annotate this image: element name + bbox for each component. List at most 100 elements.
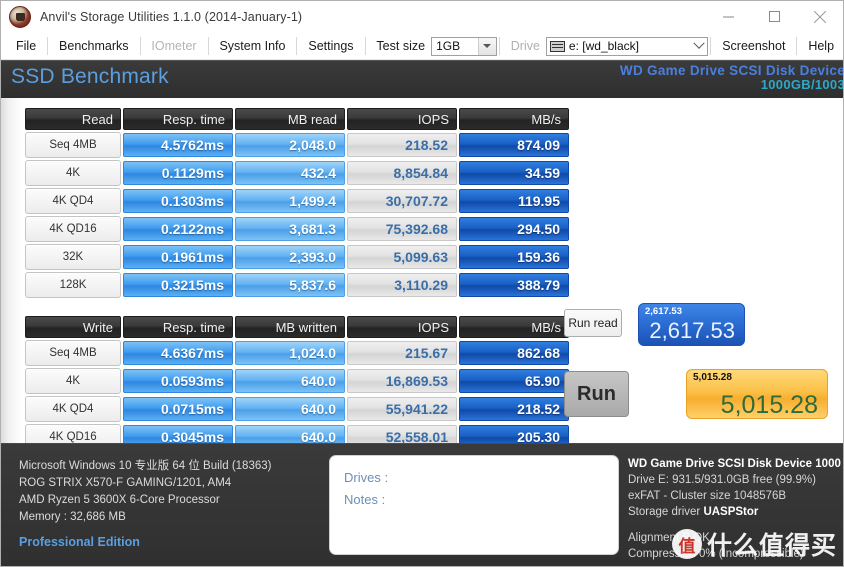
menu-separator bbox=[207, 37, 209, 55]
total-score-panel: 5,015.28 5,015.28 bbox=[686, 369, 828, 419]
menu-item-screenshot[interactable]: Screenshot bbox=[713, 33, 794, 60]
drive-info-header: WD Game Drive SCSI Disk Device 1000 bbox=[628, 458, 841, 470]
menu-separator bbox=[47, 37, 49, 55]
cell-mb-read: 3,681.3 bbox=[235, 217, 345, 241]
table-header-row: Write Resp. time MB written IOPS MB/s bbox=[25, 316, 569, 338]
read-score-value: 2,617.53 bbox=[649, 318, 735, 343]
test-size-label: Test size bbox=[376, 39, 426, 53]
notes-label: Notes : bbox=[344, 492, 386, 507]
cell-mbs: 294.50 bbox=[459, 217, 569, 241]
drive-label: Drive bbox=[510, 39, 540, 53]
run-button[interactable]: Run bbox=[564, 371, 629, 417]
cell-iops: 75,392.68 bbox=[347, 217, 457, 241]
benchmark-banner: SSD Benchmark WD Game Drive SCSI Disk De… bbox=[1, 60, 843, 98]
read-col-header-resp-time: Resp. time bbox=[123, 108, 233, 130]
menu-item-system-info[interactable]: System Info bbox=[210, 33, 294, 60]
window-title: Anvil's Storage Utilities 1.1.0 (2014-Ja… bbox=[40, 9, 303, 24]
table-spacer bbox=[23, 300, 553, 314]
cell-resp-time: 0.3215ms bbox=[123, 273, 233, 297]
row-label[interactable]: Seq 4MB bbox=[25, 340, 121, 366]
close-icon[interactable] bbox=[797, 1, 843, 32]
cell-iops: 30,707.72 bbox=[347, 189, 457, 213]
menu-item-file[interactable]: File bbox=[7, 33, 45, 60]
drive-select[interactable]: e: [wd_black] bbox=[545, 36, 709, 56]
drive-compression: Compression 0% (Incompressible) bbox=[628, 548, 804, 560]
cell-iops: 5,099.63 bbox=[347, 245, 457, 269]
menu-separator bbox=[139, 37, 141, 55]
menu-item-settings[interactable]: Settings bbox=[299, 33, 362, 60]
row-label[interactable]: 128K bbox=[25, 272, 121, 298]
menu-separator bbox=[296, 37, 298, 55]
system-cpu: AMD Ryzen 5 3600X 6-Core Processor bbox=[19, 494, 220, 506]
read-score-label: 2,617.53 bbox=[645, 306, 682, 317]
table-row: 4K QD16 0.2122ms 3,681.3 75,392.68 294.5… bbox=[25, 216, 569, 242]
table-row: 4K QD4 0.0715ms 640.0 55,941.22 218.52 bbox=[25, 396, 569, 422]
menu-item-iometer: IOmeter bbox=[151, 38, 197, 53]
table-header-row: Read Resp. time MB read IOPS MB/s bbox=[25, 108, 569, 130]
anvil-icon bbox=[9, 5, 31, 28]
title-bar: Anvil's Storage Utilities 1.1.0 (2014-Ja… bbox=[1, 1, 843, 33]
test-size-select[interactable]: 1GB bbox=[431, 36, 497, 56]
drive-value: e: [wd_black] bbox=[568, 38, 639, 53]
maximize-icon[interactable] bbox=[751, 1, 797, 32]
test-size-value: 1GB bbox=[436, 38, 461, 53]
cell-mb-read: 432.4 bbox=[235, 161, 345, 185]
menu-item-help[interactable]: Help bbox=[799, 33, 843, 60]
window-controls bbox=[705, 1, 843, 32]
chevron-down-icon bbox=[690, 37, 707, 55]
cell-mbs: 218.52 bbox=[459, 397, 569, 421]
drive-info-block: WD Game Drive SCSI Disk Device 1000 Driv… bbox=[628, 456, 841, 562]
drive-alignment: Alignment B OK bbox=[628, 532, 710, 544]
write-col-header-iops: IOPS bbox=[347, 316, 457, 338]
write-col-header-mbs: MB/s bbox=[459, 316, 569, 338]
row-label[interactable]: Seq 4MB bbox=[25, 132, 121, 158]
edition-label: Professional Edition bbox=[19, 535, 140, 549]
read-col-header-iops: IOPS bbox=[347, 108, 457, 130]
table-row: 4K QD4 0.1303ms 1,499.4 30,707.72 119.95 bbox=[25, 188, 569, 214]
drive-free-space: Drive E: 931.5/931.0GB free (99.9%) bbox=[628, 474, 816, 486]
cell-mbs: 119.95 bbox=[459, 189, 569, 213]
menu-separator bbox=[796, 37, 798, 55]
status-panel: Microsoft Windows 10 专业版 64 位 Build (183… bbox=[1, 443, 843, 566]
menu-item-benchmarks[interactable]: Benchmarks bbox=[50, 33, 137, 60]
row-label[interactable]: 4K bbox=[25, 368, 121, 394]
cell-mbs: 159.36 bbox=[459, 245, 569, 269]
cell-mb-written: 640.0 bbox=[235, 397, 345, 421]
cell-mb-read: 2,393.0 bbox=[235, 245, 345, 269]
row-label[interactable]: 4K bbox=[25, 160, 121, 186]
cell-resp-time: 0.1961ms bbox=[123, 245, 233, 269]
system-info-block: Microsoft Windows 10 专业版 64 位 Build (183… bbox=[19, 458, 271, 551]
cell-mbs: 34.59 bbox=[459, 161, 569, 185]
table-row: Seq 4MB 4.5762ms 2,048.0 218.52 874.09 bbox=[25, 132, 569, 158]
results-tables: Read Resp. time MB read IOPS MB/s Seq 4M… bbox=[23, 106, 569, 452]
cell-mb-read: 1,499.4 bbox=[235, 189, 345, 213]
minimize-icon[interactable] bbox=[705, 1, 751, 32]
cell-resp-time: 0.1303ms bbox=[123, 189, 233, 213]
cell-iops: 3,110.29 bbox=[347, 273, 457, 297]
chevron-down-icon bbox=[477, 37, 496, 55]
benchmark-results-area: Read Resp. time MB read IOPS MB/s Seq 4M… bbox=[1, 98, 843, 498]
menu-bar: File Benchmarks IOmeter System Info Sett… bbox=[1, 33, 843, 60]
drive-storage-driver: Storage driver UASPStor bbox=[628, 504, 839, 520]
run-read-button[interactable]: Run read bbox=[564, 309, 622, 337]
row-label[interactable]: 32K bbox=[25, 244, 121, 270]
storage-driver-value: UASPStor bbox=[703, 506, 759, 518]
drives-label: Drives : bbox=[344, 470, 389, 485]
drive-filesystem: exFAT - Cluster size 1048576B bbox=[628, 490, 787, 502]
device-capacity: 1000GB/1003 bbox=[760, 77, 844, 92]
cell-resp-time: 4.6367ms bbox=[123, 341, 233, 365]
cell-resp-time: 0.2122ms bbox=[123, 217, 233, 241]
notes-panel[interactable]: Drives : Notes : bbox=[329, 455, 619, 555]
device-name: WD Game Drive SCSI Disk Device bbox=[619, 63, 844, 78]
write-col-header-mb-written: MB written bbox=[235, 316, 345, 338]
write-results-table: Write Resp. time MB written IOPS MB/s Se… bbox=[23, 314, 571, 452]
cell-iops: 16,869.53 bbox=[347, 369, 457, 393]
menu-separator bbox=[498, 37, 500, 55]
read-col-header-mbs: MB/s bbox=[459, 108, 569, 130]
row-label[interactable]: 4K QD4 bbox=[25, 188, 121, 214]
row-label[interactable]: 4K QD16 bbox=[25, 216, 121, 242]
write-col-header-resp-time: Resp. time bbox=[123, 316, 233, 338]
row-label[interactable]: 4K QD4 bbox=[25, 396, 121, 422]
cell-iops: 55,941.22 bbox=[347, 397, 457, 421]
system-memory: Memory : 32,686 MB bbox=[19, 511, 126, 523]
